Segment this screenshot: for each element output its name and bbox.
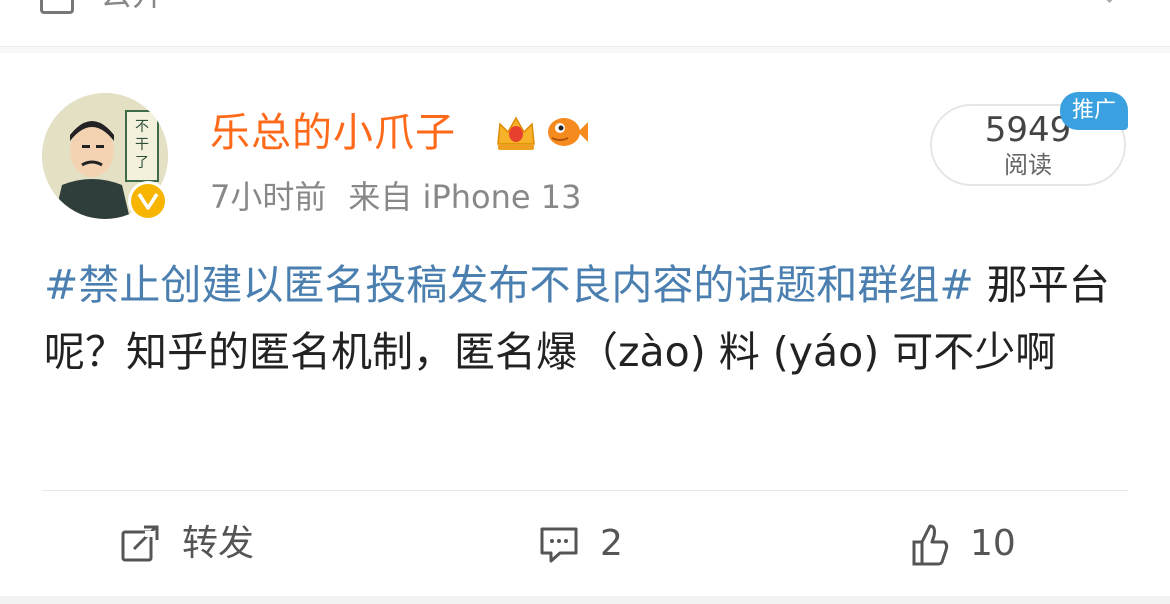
reads-label: 阅读: [1004, 151, 1052, 179]
verified-icon: [128, 181, 168, 221]
comment-count: 2: [600, 523, 623, 564]
like-count: 10: [970, 523, 1016, 564]
repost-label: 转发: [182, 523, 255, 564]
bottom-gap: [0, 596, 1170, 604]
like-icon: [912, 524, 949, 566]
section-gap: [0, 47, 1170, 53]
chevron-down-icon[interactable]: [1096, 0, 1123, 3]
topic-link[interactable]: #禁止创建以匿名投稿发布不良内容的话题和群组#: [44, 261, 974, 309]
svg-text:了: 了: [135, 155, 149, 171]
post-time: 7小时前: [210, 178, 327, 216]
top-bar: 公开: [0, 0, 1170, 47]
like-button[interactable]: 10: [910, 516, 1016, 572]
post-meta: 7小时前 来自 iPhone 13: [210, 176, 581, 218]
fish-badge-icon[interactable]: [544, 110, 590, 154]
post-source: 来自 iPhone 13: [348, 178, 582, 216]
username[interactable]: 乐总的小爪子: [210, 108, 456, 158]
visibility-label[interactable]: 公开: [100, 0, 164, 14]
svg-text:干: 干: [135, 137, 149, 153]
promo-tag[interactable]: 推广: [1060, 92, 1128, 130]
repost-icon: [121, 525, 159, 562]
crown-badge-icon[interactable]: [494, 110, 538, 154]
avatar-text: 不: [135, 119, 149, 135]
post-text: #禁止创建以匿名投稿发布不良内容的话题和群组# 那平台呢？知乎的匿名机制，匿名爆…: [44, 252, 1124, 386]
comment-button[interactable]: 2: [538, 516, 623, 572]
public-icon[interactable]: [40, 0, 74, 14]
divider: [42, 490, 1128, 491]
repost-button[interactable]: 转发: [120, 516, 254, 572]
comment-icon: [540, 527, 578, 563]
